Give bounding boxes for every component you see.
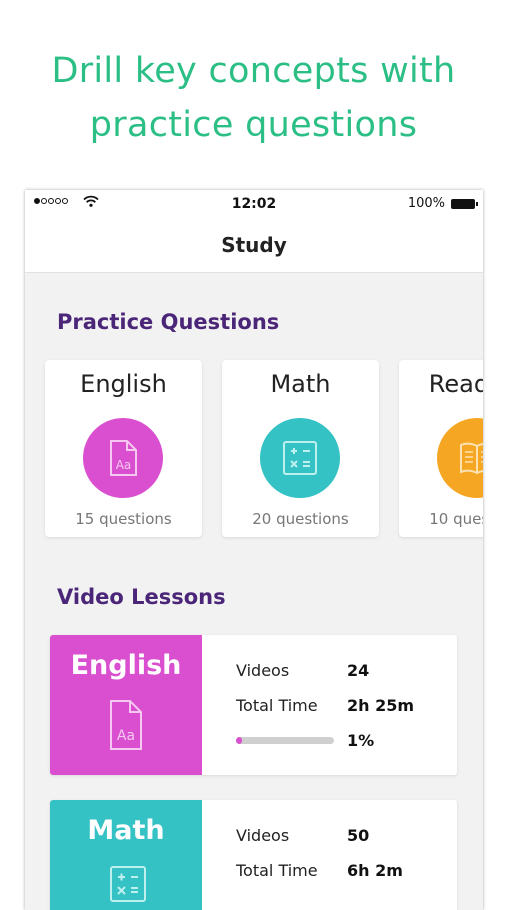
practice-card-english[interactable]: English Aa 15 questions [45, 360, 202, 537]
practice-card-reading[interactable]: Reading 10 questions [399, 360, 483, 537]
progress-bar [236, 737, 334, 744]
practice-card-count: 20 questions [252, 510, 349, 528]
practice-card-math[interactable]: Math 20 questions [222, 360, 379, 537]
videos-count: 24 [347, 661, 370, 680]
page-title: Study [221, 233, 287, 257]
videos-label: Videos [236, 826, 290, 845]
total-time-label: Total Time [236, 696, 318, 715]
document-aa-icon: Aa [110, 440, 137, 476]
practice-card-icon-circle [260, 418, 340, 498]
videos-label: Videos [236, 661, 290, 680]
practice-card-count: 10 questions [429, 510, 483, 528]
practice-card-title: Reading [428, 370, 483, 398]
video-lesson-math[interactable]: Math Videos 50 Total Time 6h 2m [50, 800, 457, 910]
lesson-color-panel: Math [50, 800, 202, 910]
total-time-value: 2h 25m [347, 696, 415, 715]
navigation-bar: Study [25, 218, 483, 273]
lesson-name: English [70, 650, 182, 681]
total-time-value: 6h 2m [347, 861, 403, 880]
document-aa-icon: Aa [110, 700, 142, 750]
battery-percentage: 100% [407, 196, 445, 211]
practice-card-icon-circle: Aa [83, 418, 163, 498]
lesson-color-panel: English Aa [50, 635, 202, 775]
video-lessons-heading: Video Lessons [57, 585, 226, 609]
headline: Drill key concepts with practice questio… [0, 44, 507, 152]
svg-text:Aa: Aa [116, 458, 132, 472]
lesson-name: Math [87, 815, 165, 846]
total-time-label: Total Time [236, 861, 318, 880]
progress-percentage: 1% [347, 731, 375, 750]
practice-card-icon-circle [437, 418, 483, 498]
practice-card-title: English [80, 370, 167, 398]
svg-text:Aa: Aa [117, 728, 135, 744]
practice-questions-heading: Practice Questions [57, 310, 280, 334]
practice-card-title: Math [270, 370, 331, 398]
book-icon [460, 442, 483, 475]
headline-line-1: Drill key concepts with [51, 51, 456, 91]
phone-screen: 12:02 100% Study Practice Questions Engl… [25, 190, 483, 910]
calculator-icon [283, 441, 317, 475]
practice-card-count: 15 questions [75, 510, 172, 528]
calculator-icon [110, 866, 146, 902]
status-bar: 12:02 100% [25, 190, 483, 218]
battery-icon [451, 199, 478, 209]
videos-count: 50 [347, 826, 370, 845]
video-lesson-english[interactable]: English Aa Videos 24 Total Time 2h 25m 1… [50, 635, 457, 775]
progress-bar-fill [236, 737, 242, 744]
headline-line-2: practice questions [89, 105, 418, 145]
